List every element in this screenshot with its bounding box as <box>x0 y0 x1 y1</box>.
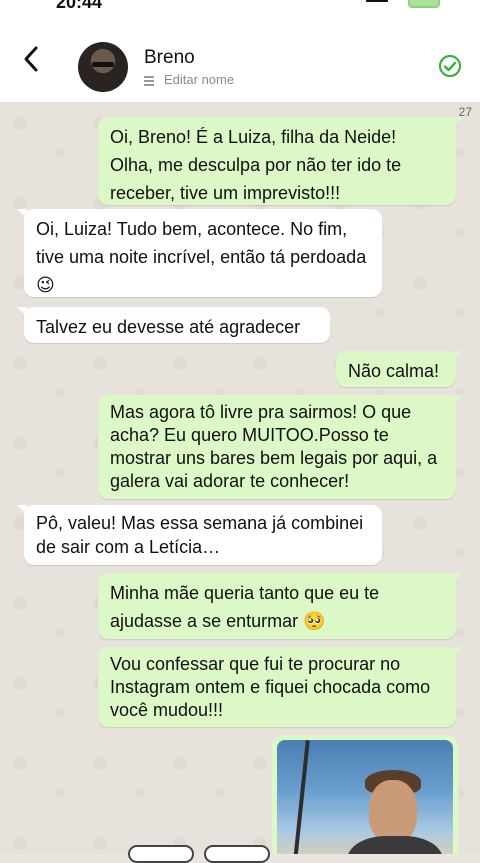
message-text: Pô, valeu! Mas essa semana já combinei d… <box>36 513 364 557</box>
status-time: 20:44 <box>56 0 103 12</box>
edit-name-label: Editar nome <box>164 72 235 87</box>
message-bubble-incoming[interactable]: Oi, Luiza! Tudo bem, acontece. No fim, t… <box>17 209 382 297</box>
photo-face <box>369 780 417 842</box>
message-bubble-outgoing[interactable]: Vou confessar que fui te procurar no Ins… <box>98 647 463 727</box>
message-text: Oi, Luiza! Tudo bem, acontece. No fim, t… <box>36 219 367 295</box>
message-bubble-outgoing[interactable]: Minha mãe queria tanto que eu te ajudass… <box>98 573 463 639</box>
status-bar: 20:44 <box>0 0 480 14</box>
back-arrow-icon[interactable] <box>20 44 44 74</box>
bottom-control[interactable] <box>204 845 270 863</box>
photo-body <box>347 836 443 854</box>
sunglasses-detail <box>92 62 114 67</box>
message-text: Minha mãe queria tanto que eu te ajudass… <box>110 583 380 631</box>
avatar[interactable] <box>78 42 128 92</box>
chat-header: Breno Editar nome <box>0 14 480 103</box>
message-bubble-incoming[interactable]: Pô, valeu! Mas essa semana já combinei d… <box>17 505 382 565</box>
message-bubble-outgoing[interactable]: Oi, Breno! É a Luiza, filha da Neide! Ol… <box>98 117 463 205</box>
message-text: Talvez eu devesse até agradecer <box>36 317 301 337</box>
signal-icon <box>366 0 388 2</box>
battery-icon <box>408 0 440 8</box>
contact-name[interactable]: Breno <box>144 47 195 69</box>
photo-mast <box>292 740 310 854</box>
message-bubble-outgoing[interactable]: Mas agora tô livre pra sairmos! O que ac… <box>98 395 463 499</box>
message-bubble-outgoing[interactable]: Não calma! <box>336 351 463 387</box>
shared-photo[interactable] <box>277 740 453 854</box>
bottom-control[interactable] <box>128 845 194 863</box>
photo-message[interactable] <box>272 735 458 854</box>
message-text: Mas agora tô livre pra sairmos! O que ac… <box>110 402 438 491</box>
message-bubble-incoming[interactable]: Talvez eu devesse até agradecer <box>17 307 330 343</box>
check-circle-icon[interactable] <box>438 54 462 78</box>
message-text: Vou confessar que fui te procurar no Ins… <box>110 654 431 720</box>
edit-name-link[interactable]: Editar nome <box>144 72 234 87</box>
message-text: Oi, Breno! É a Luiza, filha da Neide! Ol… <box>110 127 402 203</box>
message-text: Não calma! <box>348 361 440 381</box>
chat-area[interactable]: 27 Oi, Breno! É a Luiza, filha da Neide!… <box>0 103 480 854</box>
edit-icon <box>144 75 158 86</box>
